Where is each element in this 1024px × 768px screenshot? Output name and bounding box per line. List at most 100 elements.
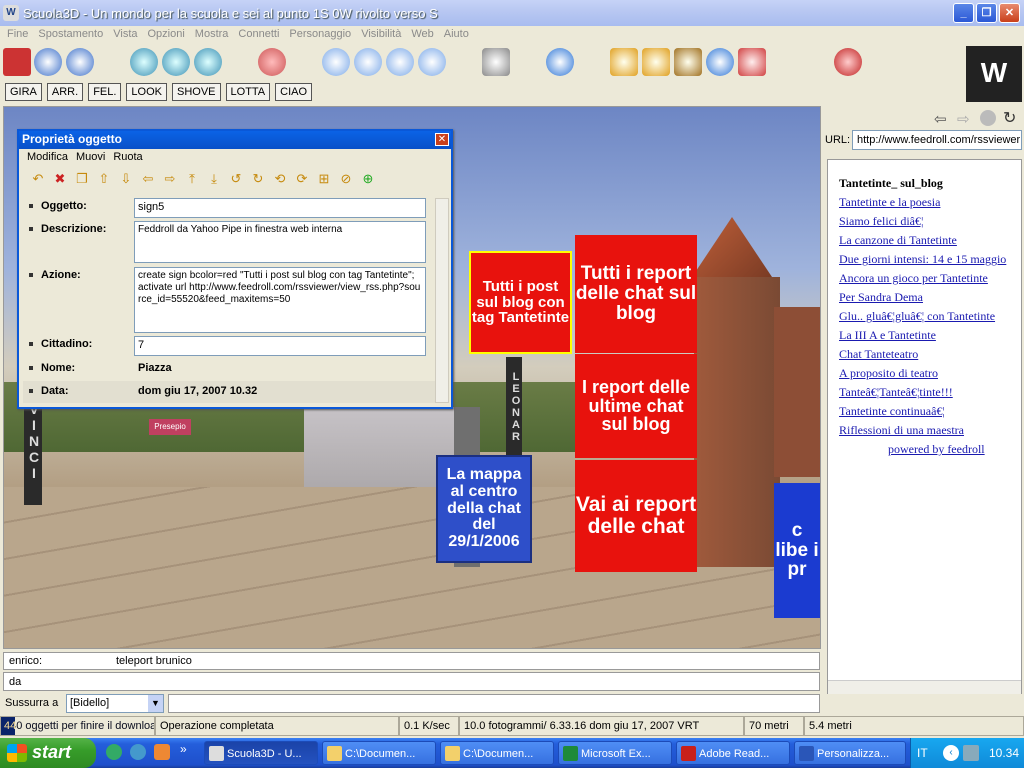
feed-link[interactable]: Ancora un gioco per Tantetinte xyxy=(839,271,988,286)
rotate-right-icon[interactable]: ↻ xyxy=(249,171,267,187)
feed-link[interactable]: La III A e Tantetinte xyxy=(839,328,936,343)
globe-icon[interactable] xyxy=(706,48,734,76)
feed-link[interactable]: Riflessioni di una maestra xyxy=(839,423,964,438)
visitor-icon[interactable] xyxy=(354,48,382,76)
sign-tutti-i-report[interactable]: Tutti i report delle chat sul blog xyxy=(575,235,697,353)
internet-explorer-icon[interactable] xyxy=(130,744,146,760)
taskbar-item-folder-1[interactable]: C:\Documen... xyxy=(322,741,436,765)
gesture-shove-button[interactable]: SHOVE xyxy=(172,83,221,101)
forward-icon[interactable] xyxy=(66,48,94,76)
azione-field[interactable]: create sign bcolor=red "Tutti i post sul… xyxy=(134,267,426,333)
feed-link[interactable]: La canzone di Tantetinte xyxy=(839,233,957,248)
dialog-menu-muovi[interactable]: Muovi xyxy=(72,149,109,167)
home-icon[interactable] xyxy=(3,48,31,76)
gesture-arr-button[interactable]: ARR. xyxy=(46,83,84,101)
taskbar-item-excel[interactable]: Microsoft Ex... xyxy=(558,741,672,765)
dialog-scrollbar[interactable] xyxy=(435,198,449,403)
taskbar-item-scuola3d[interactable]: Scuola3D - U... xyxy=(204,741,318,765)
web-hscrollbar[interactable] xyxy=(828,680,1021,694)
duplicate-icon[interactable]: ❐ xyxy=(73,171,91,187)
web-browser-icon[interactable] xyxy=(546,48,574,76)
avatar-pose-icon[interactable] xyxy=(258,48,286,76)
whisper-input[interactable] xyxy=(168,694,820,713)
gesture-ciao-button[interactable]: CIAO xyxy=(275,83,313,101)
gesture-lotta-button[interactable]: LOTTA xyxy=(225,83,271,101)
eye-left-icon[interactable] xyxy=(130,48,158,76)
menu-web[interactable]: Web xyxy=(406,26,438,44)
rotate-left-icon[interactable]: ↺ xyxy=(227,171,245,187)
dialog-menu-modifica[interactable]: Modifica xyxy=(23,149,72,167)
oggetto-field[interactable]: sign5 xyxy=(134,198,426,218)
browser-stop-icon[interactable] xyxy=(980,110,996,126)
sign-tutti-i-post[interactable]: Tutti i post sul blog con tag Tantetinte xyxy=(469,251,572,354)
delete-icon[interactable]: ✖ xyxy=(51,171,69,187)
afk-icon[interactable] xyxy=(482,48,510,76)
menu-spostamento[interactable]: Spostamento xyxy=(33,26,108,44)
feed-link[interactable]: Tantetinte continuaâ€¦ xyxy=(839,404,945,419)
menu-mostra[interactable]: Mostra xyxy=(190,26,234,44)
feed-link[interactable]: Per Sandra Dema xyxy=(839,290,923,305)
gesture-gira-button[interactable]: GIRA xyxy=(5,83,42,101)
tray-expand-icon[interactable]: ‹ xyxy=(943,745,959,761)
feed-link[interactable]: Glu.. gluâ€¦gluâ€¦ con Tantetinte xyxy=(839,309,995,324)
feed-link[interactable]: Due giorni intensi: 14 e 15 maggio xyxy=(839,252,1006,267)
select-icon[interactable]: ⊕ xyxy=(359,171,377,187)
move-down-icon[interactable]: ⇩ xyxy=(117,171,135,187)
feed-link[interactable]: Tantetinte e la poesia xyxy=(839,195,940,210)
help-icon[interactable] xyxy=(738,48,766,76)
sign-report-chat[interactable]: Vai ai report delle chat xyxy=(575,460,697,572)
menu-fine[interactable]: Fine xyxy=(2,26,33,44)
language-indicator[interactable]: IT xyxy=(917,746,928,760)
tilt-icon[interactable]: ⟲ xyxy=(271,171,289,187)
close-button[interactable]: ✕ xyxy=(999,3,1020,23)
chevron-down-icon[interactable]: ▼ xyxy=(148,695,163,712)
dialog-menu-ruota[interactable]: Ruota xyxy=(109,149,146,167)
raise-icon[interactable]: ⤒ xyxy=(183,171,201,187)
feed-link[interactable]: Siamo felici diâ€¦ xyxy=(839,214,923,229)
chevron-right-icon[interactable]: » xyxy=(180,742,194,762)
users-icon[interactable] xyxy=(418,48,446,76)
sign-mappa[interactable]: La mappa al centro della chat del 29/1/2… xyxy=(436,455,532,563)
eye-right-icon[interactable] xyxy=(194,48,222,76)
reset-icon[interactable]: ⊘ xyxy=(337,171,355,187)
feed-link[interactable]: A proposito di teatro xyxy=(839,366,938,381)
feed-link[interactable]: Chat Tanteteatro xyxy=(839,347,918,362)
menu-personaggio[interactable]: Personaggio xyxy=(284,26,356,44)
snap-icon[interactable]: ⊞ xyxy=(315,171,333,187)
menu-aiuto[interactable]: Aiuto xyxy=(439,26,474,44)
descrizione-field[interactable]: Feddroll da Yahoo Pipe in finestra web i… xyxy=(134,221,426,263)
undo-icon[interactable]: ↶ xyxy=(29,171,47,187)
cittadino-field[interactable]: 7 xyxy=(134,336,426,356)
first-person-icon[interactable] xyxy=(322,48,350,76)
sign-blue-right[interactable]: c libe i pr xyxy=(774,483,820,618)
chat-input[interactable]: da xyxy=(3,672,820,691)
menu-vista[interactable]: Vista xyxy=(108,26,142,44)
media-player-icon[interactable] xyxy=(106,744,122,760)
move-up-icon[interactable]: ⇧ xyxy=(95,171,113,187)
sign-ultime-chat[interactable]: I report delle ultime chat sul blog xyxy=(575,354,697,458)
menu-opzioni[interactable]: Opzioni xyxy=(143,26,190,44)
feed-link[interactable]: Tanteâ€¦Tanteâ€¦tinte!!! xyxy=(839,385,953,400)
browser-back-icon[interactable]: ⇦ xyxy=(934,110,947,128)
lower-icon[interactable]: ⤓ xyxy=(205,171,223,187)
restore-button[interactable]: ❐ xyxy=(976,3,997,23)
taskbar-item-folder-2[interactable]: C:\Documen... xyxy=(440,741,554,765)
start-button[interactable]: start xyxy=(0,738,96,768)
move-left-icon[interactable]: ⇦ xyxy=(139,171,157,187)
back-icon[interactable] xyxy=(34,48,62,76)
taskbar-item-adobe-reader[interactable]: Adobe Read... xyxy=(676,741,790,765)
minimize-button[interactable]: _ xyxy=(953,3,974,23)
browser-refresh-icon[interactable]: ↻ xyxy=(1003,108,1016,128)
exit-icon[interactable] xyxy=(834,48,862,76)
eye-icon[interactable] xyxy=(162,48,190,76)
outlook-icon[interactable] xyxy=(154,744,170,760)
menu-connetti[interactable]: Connetti xyxy=(233,26,284,44)
dialog-close-button[interactable]: ✕ xyxy=(435,133,449,146)
move-right-icon[interactable]: ⇨ xyxy=(161,171,179,187)
roll-icon[interactable]: ⟳ xyxy=(293,171,311,187)
taskbar-item-personalizza[interactable]: Personalizza... xyxy=(794,741,906,765)
browser-forward-icon[interactable]: ⇨ xyxy=(957,110,970,128)
gesture-look-button[interactable]: LOOK xyxy=(126,83,167,101)
url-input[interactable]: http://www.feedroll.com/rssviewer xyxy=(852,130,1022,150)
gesture-fel-button[interactable]: FEL. xyxy=(88,83,122,101)
